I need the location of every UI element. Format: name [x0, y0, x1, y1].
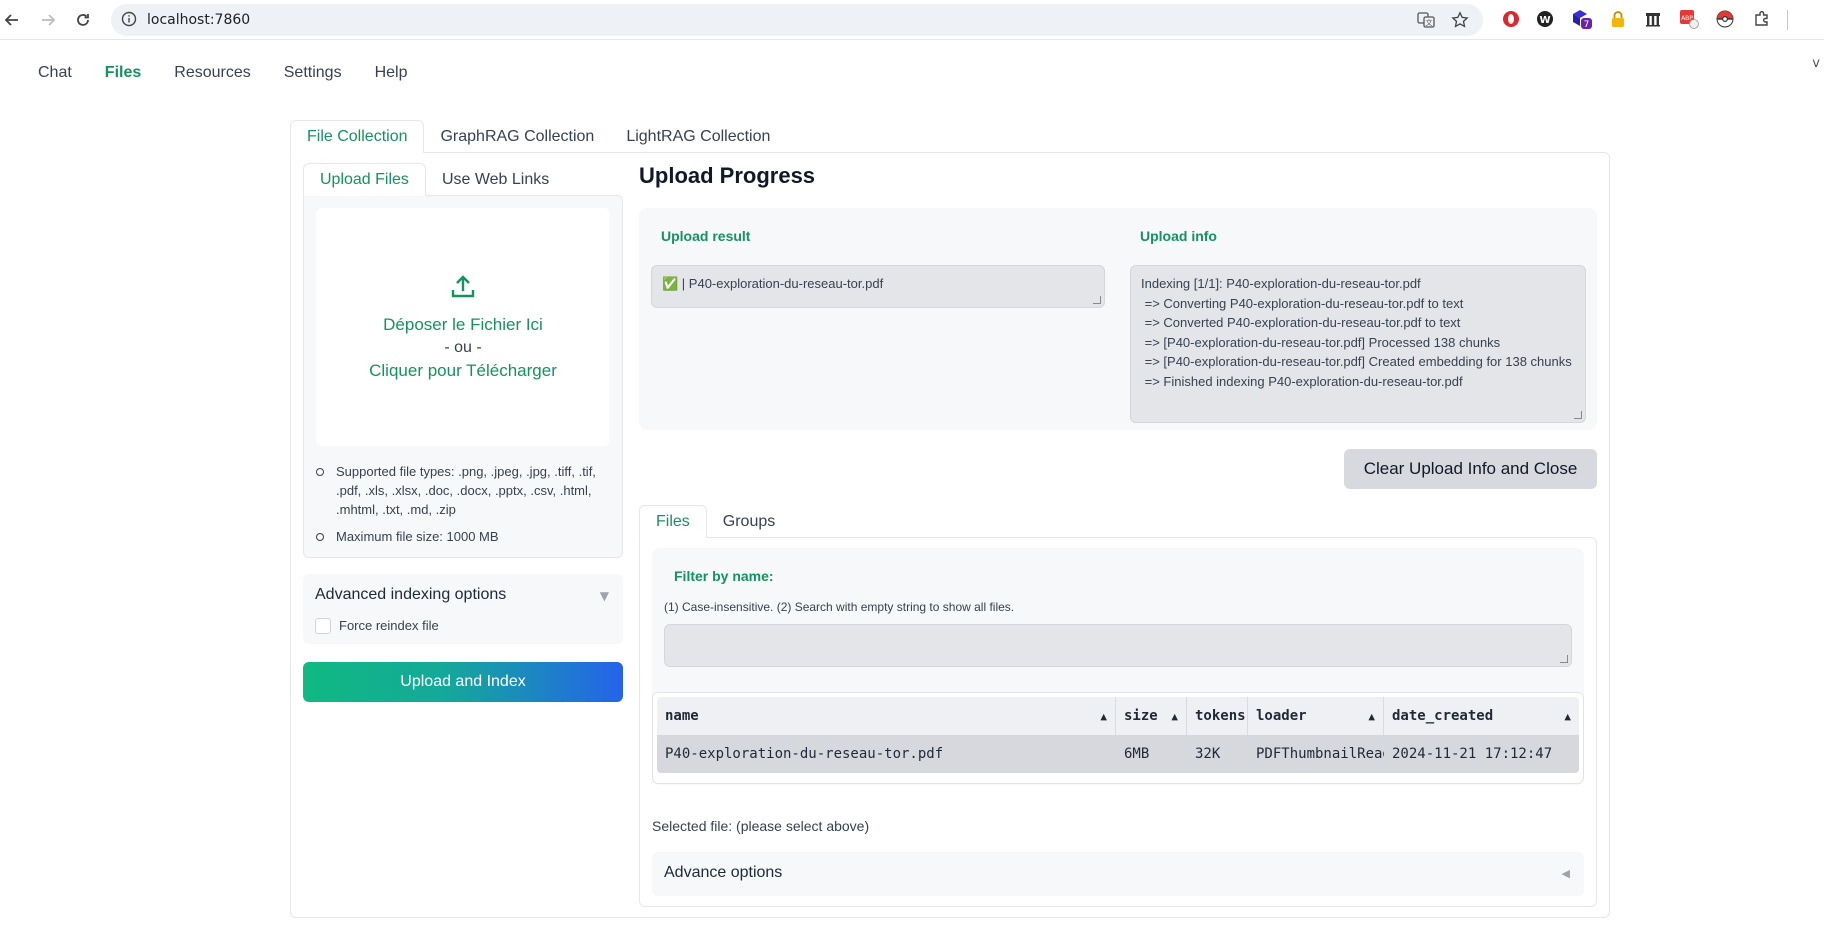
advance-options-title[interactable]: Advance options [664, 864, 782, 882]
site-info-icon[interactable] [121, 11, 137, 31]
column-header-date-created[interactable]: date_created ▲ [1384, 697, 1579, 735]
upload-tabs: Upload Files Use Web Links [303, 163, 565, 196]
nav-help[interactable]: Help [375, 64, 408, 88]
supported-file-types: Supported file types: .png, .jpeg, .jpg,… [316, 462, 610, 519]
max-file-size: Maximum file size: 1000 MB [316, 527, 610, 546]
upload-result-text: ✅ | P40-exploration-du-reseau-tor.pdf [662, 276, 884, 291]
tab-graphrag-collection[interactable]: GraphRAG Collection [424, 120, 610, 153]
sort-icon[interactable]: ▲ [1171, 710, 1178, 723]
selected-file-text: Selected file: (please select above) [652, 818, 870, 834]
file-notes: Supported file types: .png, .jpeg, .jpg,… [316, 462, 610, 554]
archive-icon[interactable] [1642, 8, 1664, 30]
upload-icon [450, 274, 476, 305]
wordpress-icon[interactable]: W [1534, 8, 1556, 30]
svg-text:W: W [1539, 15, 1550, 26]
url-text[interactable]: localhost:7860 [147, 12, 250, 28]
upload-info-line: => Finished indexing P40-exploration-du-… [1141, 373, 1463, 389]
resize-handle-icon[interactable] [1093, 296, 1101, 304]
forward-icon[interactable] [36, 8, 60, 32]
table-row[interactable]: P40-exploration-du-reseau-tor.pdf 6MB 32… [657, 735, 1579, 773]
upload-result-label: Upload result [661, 228, 751, 244]
lock-icon[interactable] [1607, 8, 1629, 30]
tab-groups[interactable]: Groups [707, 505, 791, 538]
upload-progress-heading: Upload Progress [639, 163, 816, 188]
opera-icon[interactable] [1500, 8, 1522, 30]
upload-info-textarea[interactable]: Indexing [1/1]: P40-exploration-du-resea… [1130, 265, 1586, 423]
toolbar-divider [1787, 10, 1788, 30]
sort-icon[interactable]: ▲ [1368, 710, 1375, 723]
upload-info-line: => Converting P40-exploration-du-reseau-… [1141, 295, 1464, 311]
tab-files[interactable]: Files [639, 505, 707, 538]
caret-left-icon[interactable]: ◀ [1562, 867, 1570, 880]
column-header-loader[interactable]: loader ▲ [1248, 697, 1384, 735]
tab-lightrag-collection[interactable]: LightRAG Collection [610, 120, 786, 153]
column-header-size[interactable]: size ▲ [1116, 697, 1187, 735]
cell-name[interactable]: P40-exploration-du-reseau-tor.pdf [657, 735, 1116, 773]
file-dropzone[interactable]: Déposer le Fichier Ici - ou - Cliquer po… [316, 208, 610, 446]
nav-resources[interactable]: Resources [174, 64, 250, 88]
back-icon[interactable] [0, 8, 24, 32]
svg-text:文: 文 [1426, 18, 1433, 27]
force-reindex-label[interactable]: Force reindex file [339, 618, 439, 633]
sort-icon[interactable]: ▲ [1564, 710, 1571, 723]
cell-tokens[interactable]: 32K [1187, 735, 1248, 773]
advanced-indexing-title[interactable]: Advanced indexing options [315, 586, 506, 604]
puzzle-badge-icon[interactable]: 7 [1570, 8, 1592, 30]
files-table: name ▲ size ▲ tokens loader ▲ date_created ▲… [652, 692, 1584, 784]
tab-file-collection[interactable]: File Collection [290, 120, 425, 153]
advance-options-accordion[interactable]: Advance options ◀ [652, 852, 1584, 896]
app-nav: Chat Files Resources Settings Help [38, 64, 440, 88]
upload-info-label: Upload info [1140, 228, 1217, 244]
force-reindex-checkbox[interactable] [315, 618, 331, 634]
filter-hint: (1) Case-insensitive. (2) Search with em… [664, 600, 1015, 614]
nav-settings[interactable]: Settings [284, 64, 342, 88]
collection-tabs: File Collection GraphRAG Collection Ligh… [290, 120, 786, 153]
pokeball-icon[interactable] [1714, 8, 1736, 30]
sort-icon[interactable]: ▲ [1100, 710, 1107, 723]
dropzone-click-text: Cliquer pour Télécharger [369, 360, 557, 380]
bookmark-star-icon[interactable] [1451, 11, 1469, 33]
caret-down-icon[interactable]: ▼ [600, 589, 609, 603]
cell-date-created[interactable]: 2024-11-21 17:12:47 [1384, 735, 1579, 773]
filter-by-name-label: Filter by name: [674, 568, 774, 584]
abp-icon[interactable]: ABP [1678, 8, 1700, 30]
browser-toolbar: localhost:7860 文 W 7 ABP [0, 0, 1824, 40]
clear-upload-info-button[interactable]: Clear Upload Info and Close [1344, 449, 1597, 489]
column-header-name[interactable]: name ▲ [657, 697, 1116, 735]
upload-and-index-button[interactable]: Upload and Index [303, 662, 623, 702]
upload-info-line: => [P40-exploration-du-reseau-tor.pdf] P… [1141, 334, 1501, 350]
upload-result-textarea[interactable]: ✅ | P40-exploration-du-reseau-tor.pdf [651, 265, 1105, 308]
dropzone-or-text: - ou - [444, 338, 482, 356]
tab-use-web-links[interactable]: Use Web Links [426, 163, 565, 196]
upload-info-line: => Converted P40-exploration-du-reseau-t… [1141, 315, 1461, 330]
translate-icon[interactable]: 文 [1417, 11, 1435, 33]
tab-upload-files[interactable]: Upload Files [303, 163, 426, 196]
table-header: name ▲ size ▲ tokens loader ▲ date_created ▲ [657, 697, 1579, 735]
files-tabs: Files Groups [639, 505, 791, 538]
nav-files[interactable]: Files [105, 64, 141, 88]
advanced-indexing-accordion: Advanced indexing options ▼ Force reinde… [303, 574, 623, 644]
corner-text: v [1812, 56, 1820, 71]
address-bar[interactable]: localhost:7860 文 [111, 4, 1483, 36]
cell-size[interactable]: 6MB [1116, 735, 1187, 773]
extensions-icon[interactable] [1751, 8, 1773, 30]
upload-info-line: => [P40-exploration-du-reseau-tor.pdf] C… [1141, 354, 1572, 369]
column-header-tokens[interactable]: tokens [1187, 697, 1248, 735]
filter-input[interactable] [664, 624, 1572, 667]
cell-loader[interactable]: PDFThumbnailReader [1248, 735, 1384, 773]
svg-text:7: 7 [1584, 20, 1590, 30]
reload-icon[interactable] [71, 8, 95, 32]
nav-chat[interactable]: Chat [38, 64, 72, 88]
resize-handle-icon[interactable] [1560, 655, 1568, 663]
upload-info-line: Indexing [1/1]: P40-exploration-du-resea… [1141, 276, 1421, 291]
dropzone-drop-text: Déposer le Fichier Ici [383, 314, 543, 334]
resize-handle-icon[interactable] [1574, 411, 1582, 419]
